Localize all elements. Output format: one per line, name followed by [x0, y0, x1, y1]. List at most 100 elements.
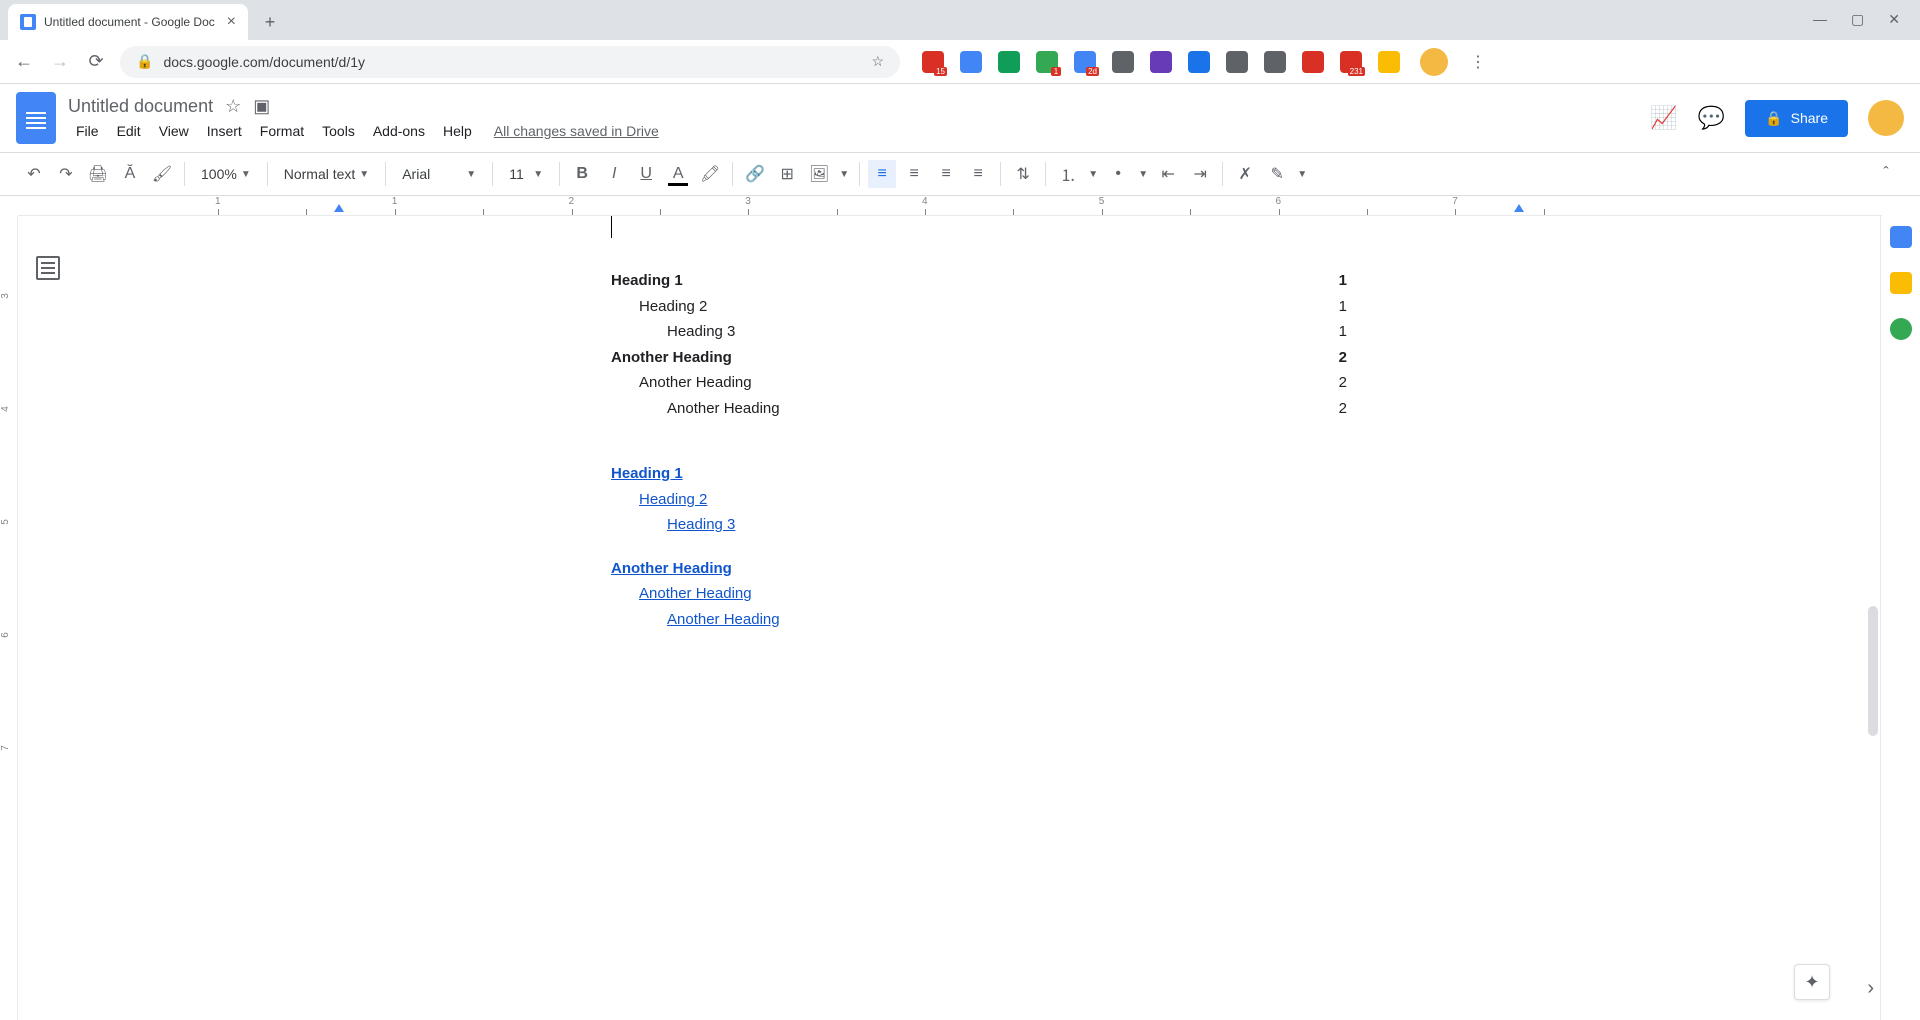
calendar-addon-icon[interactable] [1890, 226, 1912, 248]
document-outline-icon[interactable] [36, 256, 60, 280]
close-window-icon[interactable]: ✕ [1888, 11, 1900, 28]
vertical-scrollbar[interactable] [1868, 606, 1878, 736]
extension-icon[interactable]: 2d [1074, 51, 1096, 73]
minimize-icon[interactable]: — [1813, 11, 1827, 28]
toc-entry[interactable]: Heading 21 [611, 294, 1347, 320]
toc-entry[interactable]: Another Heading2 [611, 396, 1347, 422]
document-page[interactable]: Heading 11Heading 21Heading 31Another He… [499, 216, 1459, 1020]
menu-view[interactable]: View [151, 121, 197, 141]
left-indent-marker[interactable] [334, 204, 344, 212]
extension-icon[interactable] [1226, 51, 1248, 73]
print-button[interactable]: 🖨 [84, 160, 112, 188]
chrome-menu-icon[interactable]: ⋮ [1470, 52, 1486, 72]
reload-button[interactable]: ⟳ [84, 50, 108, 74]
menu-format[interactable]: Format [252, 121, 312, 141]
numbered-list-button[interactable]: ⒈ [1054, 160, 1082, 188]
toc-link-entry[interactable]: Another Heading [611, 607, 1347, 633]
zoom-dropdown[interactable]: 100%▼ [193, 160, 259, 188]
editing-mode-arrow[interactable]: ▼ [1295, 160, 1309, 188]
align-left-button[interactable]: ≡ [868, 160, 896, 188]
highlight-button[interactable]: 🖍 [696, 160, 724, 188]
vertical-ruler[interactable]: 34567 [0, 216, 18, 1020]
toc-link-text[interactable]: Heading 2 [639, 487, 707, 513]
image-options-arrow[interactable]: ▼ [837, 160, 851, 188]
page-scroll-area[interactable]: Heading 11Heading 21Heading 31Another He… [78, 216, 1880, 1020]
right-indent-marker[interactable] [1514, 204, 1524, 212]
extension-icon[interactable] [1302, 51, 1324, 73]
extension-icon[interactable]: 15 [922, 51, 944, 73]
font-dropdown[interactable]: Arial▼ [394, 160, 484, 188]
toc-link-text[interactable]: Heading 1 [611, 461, 683, 487]
toc-link-entry[interactable]: Another Heading [611, 556, 1347, 582]
extension-icon[interactable]: 231 [1340, 51, 1362, 73]
bulleted-list-button[interactable]: • [1104, 160, 1132, 188]
docs-logo-icon[interactable] [16, 92, 56, 144]
toc-entry[interactable]: Heading 31 [611, 319, 1347, 345]
menu-tools[interactable]: Tools [314, 121, 363, 141]
new-tab-button[interactable]: + [256, 8, 284, 36]
redo-button[interactable]: ↷ [52, 160, 80, 188]
maximize-icon[interactable]: ▢ [1851, 11, 1864, 28]
move-document-icon[interactable]: ▣ [253, 96, 270, 117]
paragraph-style-dropdown[interactable]: Normal text▼ [276, 160, 377, 188]
explore-button[interactable]: ✦ [1794, 964, 1830, 1000]
toc-entry[interactable]: Another Heading2 [611, 370, 1347, 396]
extension-icon[interactable] [1112, 51, 1134, 73]
toc-link-text[interactable]: Another Heading [611, 556, 732, 582]
undo-button[interactable]: ↶ [20, 160, 48, 188]
font-size-dropdown[interactable]: 11▼ [501, 160, 551, 188]
bulleted-list-arrow[interactable]: ▼ [1136, 160, 1150, 188]
tasks-addon-icon[interactable] [1890, 318, 1912, 340]
insert-image-button[interactable]: 🖼 [805, 160, 833, 188]
paint-format-button[interactable]: 🖌 [148, 160, 176, 188]
horizontal-ruler[interactable]: 11234567 [18, 196, 1882, 216]
toc-link-text[interactable]: Another Heading [639, 581, 752, 607]
share-button[interactable]: 🔒 Share [1745, 100, 1848, 137]
toc-link-text[interactable]: Another Heading [667, 607, 780, 633]
toc-link-entry[interactable]: Heading 1 [611, 461, 1347, 487]
insert-link-button[interactable]: 🔗 [741, 160, 769, 188]
extension-icon[interactable] [1188, 51, 1210, 73]
italic-button[interactable]: I [600, 160, 628, 188]
chrome-profile-avatar[interactable] [1420, 48, 1448, 76]
toc-entry[interactable]: Heading 11 [611, 268, 1347, 294]
clear-formatting-button[interactable]: ✗ [1231, 160, 1259, 188]
extension-icon[interactable] [1264, 51, 1286, 73]
spellcheck-button[interactable]: Ă [116, 160, 144, 188]
address-bar[interactable]: 🔒 docs.google.com/document/d/1y ☆ [120, 46, 900, 78]
bold-button[interactable]: B [568, 160, 596, 188]
menu-insert[interactable]: Insert [199, 121, 250, 141]
activity-icon[interactable]: 📈 [1650, 105, 1677, 131]
close-tab-icon[interactable]: × [227, 13, 236, 31]
menu-edit[interactable]: Edit [109, 121, 149, 141]
back-button[interactable]: ← [12, 50, 36, 74]
align-right-button[interactable]: ≡ [932, 160, 960, 188]
expand-sidebar-icon[interactable]: › [1867, 977, 1874, 1000]
star-document-icon[interactable]: ☆ [225, 96, 241, 117]
align-justify-button[interactable]: ≡ [964, 160, 992, 188]
increase-indent-button[interactable]: ⇥ [1186, 160, 1214, 188]
extension-icon[interactable] [960, 51, 982, 73]
toc-entry[interactable]: Another Heading2 [611, 345, 1347, 371]
forward-button[interactable]: → [48, 50, 72, 74]
extension-icon[interactable] [1378, 51, 1400, 73]
underline-button[interactable]: U [632, 160, 660, 188]
bookmark-star-icon[interactable]: ☆ [871, 53, 884, 70]
menu-help[interactable]: Help [435, 121, 480, 141]
comments-icon[interactable]: 💬 [1698, 105, 1725, 131]
extension-icon[interactable] [998, 51, 1020, 73]
text-color-button[interactable]: A [664, 160, 692, 188]
menu-add-ons[interactable]: Add-ons [365, 121, 433, 141]
browser-tab[interactable]: Untitled document - Google Doc × [8, 4, 248, 40]
keep-addon-icon[interactable] [1890, 272, 1912, 294]
insert-comment-button[interactable]: ⊞ [773, 160, 801, 188]
toc-link-entry[interactable]: Another Heading [611, 581, 1347, 607]
toc-link-entry[interactable]: Heading 2 [611, 487, 1347, 513]
decrease-indent-button[interactable]: ⇤ [1154, 160, 1182, 188]
user-avatar[interactable] [1868, 100, 1904, 136]
collapse-toolbar-button[interactable]: ˆ [1872, 160, 1900, 188]
extension-icon[interactable] [1150, 51, 1172, 73]
document-title[interactable]: Untitled document [68, 96, 213, 117]
toc-link-text[interactable]: Heading 3 [667, 512, 735, 538]
extension-icon[interactable]: 1 [1036, 51, 1058, 73]
